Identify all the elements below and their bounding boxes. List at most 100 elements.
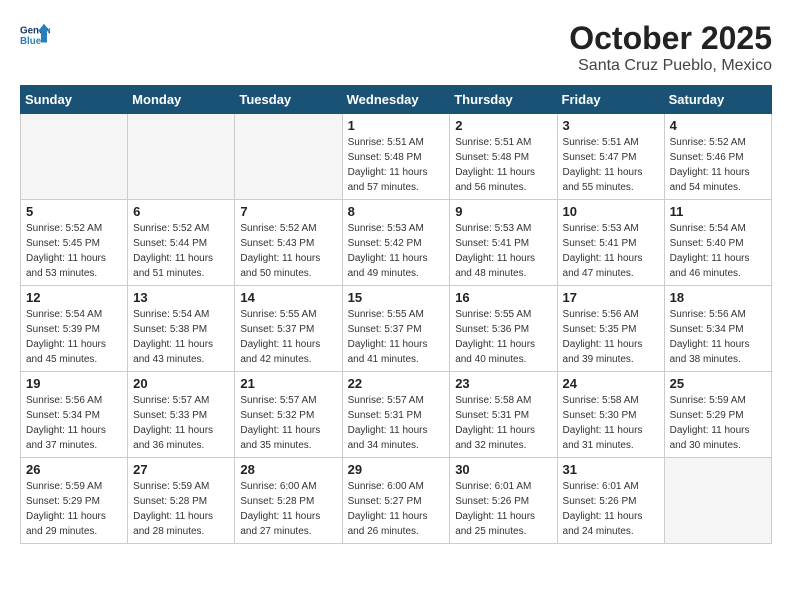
calendar-cell: 17 Sunrise: 5:56 AM Sunset: 5:35 PM Dayli…: [557, 286, 664, 372]
logo-icon: General Blue: [20, 20, 50, 50]
day-info: Sunrise: 5:57 AM Sunset: 5:32 PM Dayligh…: [240, 393, 336, 453]
day-number: 21: [240, 376, 336, 391]
weekday-header-row: SundayMondayTuesdayWednesdayThursdayFrid…: [21, 86, 772, 114]
week-row-1: 1 Sunrise: 5:51 AM Sunset: 5:48 PM Daylig…: [21, 114, 772, 200]
calendar-cell: 11 Sunrise: 5:54 AM Sunset: 5:40 PM Dayli…: [664, 200, 771, 286]
weekday-monday: Monday: [128, 86, 235, 114]
weekday-wednesday: Wednesday: [342, 86, 450, 114]
calendar-cell: 26 Sunrise: 5:59 AM Sunset: 5:29 PM Dayli…: [21, 458, 128, 544]
location-title: Santa Cruz Pueblo, Mexico: [569, 57, 772, 75]
week-row-4: 19 Sunrise: 5:56 AM Sunset: 5:34 PM Dayli…: [21, 372, 772, 458]
calendar-cell: 19 Sunrise: 5:56 AM Sunset: 5:34 PM Dayli…: [21, 372, 128, 458]
day-number: 10: [563, 204, 659, 219]
day-number: 8: [348, 204, 445, 219]
day-number: 22: [348, 376, 445, 391]
day-info: Sunrise: 5:52 AM Sunset: 5:44 PM Dayligh…: [133, 221, 229, 281]
calendar-table: SundayMondayTuesdayWednesdayThursdayFrid…: [20, 85, 772, 544]
calendar-cell: 21 Sunrise: 5:57 AM Sunset: 5:32 PM Dayli…: [235, 372, 342, 458]
calendar-cell: 8Sunrise: 5:53 AM Sunset: 5:42 PM Daylig…: [342, 200, 450, 286]
calendar-cell: 23Sunrise: 5:58 AM Sunset: 5:31 PM Dayli…: [450, 372, 557, 458]
day-number: 30: [455, 462, 551, 477]
calendar-cell: 6 Sunrise: 5:52 AM Sunset: 5:44 PM Daylig…: [128, 200, 235, 286]
day-info: Sunrise: 5:58 AM Sunset: 5:30 PM Dayligh…: [563, 393, 659, 453]
calendar-cell: 29Sunrise: 6:00 AM Sunset: 5:27 PM Dayli…: [342, 458, 450, 544]
header: General Blue General Blue October 2025 S…: [20, 20, 772, 75]
calendar-cell: 31 Sunrise: 6:01 AM Sunset: 5:26 PM Dayli…: [557, 458, 664, 544]
weekday-thursday: Thursday: [450, 86, 557, 114]
calendar-cell: 2 Sunrise: 5:51 AM Sunset: 5:48 PM Daylig…: [450, 114, 557, 200]
calendar-cell: 10 Sunrise: 5:53 AM Sunset: 5:41 PM Dayli…: [557, 200, 664, 286]
day-info: Sunrise: 6:00 AM Sunset: 5:27 PM Dayligh…: [348, 479, 445, 539]
day-info: Sunrise: 5:55 AM Sunset: 5:37 PM Dayligh…: [240, 307, 336, 367]
day-number: 31: [563, 462, 659, 477]
weekday-saturday: Saturday: [664, 86, 771, 114]
calendar-cell: 1 Sunrise: 5:51 AM Sunset: 5:48 PM Daylig…: [342, 114, 450, 200]
day-info: Sunrise: 5:51 AM Sunset: 5:48 PM Dayligh…: [348, 135, 445, 195]
calendar-cell: 24 Sunrise: 5:58 AM Sunset: 5:30 PM Dayli…: [557, 372, 664, 458]
day-number: 24: [563, 376, 659, 391]
day-number: 3: [563, 118, 659, 133]
page-container: General Blue General Blue October 2025 S…: [20, 20, 772, 544]
day-number: 1: [348, 118, 445, 133]
day-number: 2: [455, 118, 551, 133]
day-info: Sunrise: 5:54 AM Sunset: 5:40 PM Dayligh…: [670, 221, 766, 281]
day-number: 27: [133, 462, 229, 477]
svg-text:Blue: Blue: [20, 36, 42, 47]
day-info: Sunrise: 5:53 AM Sunset: 5:41 PM Dayligh…: [563, 221, 659, 281]
calendar-cell: 15Sunrise: 5:55 AM Sunset: 5:37 PM Dayli…: [342, 286, 450, 372]
calendar-cell: 12Sunrise: 5:54 AM Sunset: 5:39 PM Dayli…: [21, 286, 128, 372]
day-number: 23: [455, 376, 551, 391]
calendar-cell: 18Sunrise: 5:56 AM Sunset: 5:34 PM Dayli…: [664, 286, 771, 372]
calendar-cell: 25 Sunrise: 5:59 AM Sunset: 5:29 PM Dayli…: [664, 372, 771, 458]
day-number: 13: [133, 290, 229, 305]
day-info: Sunrise: 5:59 AM Sunset: 5:29 PM Dayligh…: [670, 393, 766, 453]
day-info: Sunrise: 5:53 AM Sunset: 5:41 PM Dayligh…: [455, 221, 551, 281]
day-number: 6: [133, 204, 229, 219]
day-info: Sunrise: 5:57 AM Sunset: 5:31 PM Dayligh…: [348, 393, 445, 453]
day-number: 28: [240, 462, 336, 477]
weekday-tuesday: Tuesday: [235, 86, 342, 114]
month-title: October 2025: [569, 20, 772, 57]
calendar-cell: 4 Sunrise: 5:52 AM Sunset: 5:46 PM Daylig…: [664, 114, 771, 200]
day-number: 19: [26, 376, 122, 391]
day-number: 9: [455, 204, 551, 219]
calendar-cell: 5 Sunrise: 5:52 AM Sunset: 5:45 PM Daylig…: [21, 200, 128, 286]
day-number: 4: [670, 118, 766, 133]
day-info: Sunrise: 5:55 AM Sunset: 5:36 PM Dayligh…: [455, 307, 551, 367]
day-info: Sunrise: 5:56 AM Sunset: 5:34 PM Dayligh…: [26, 393, 122, 453]
day-number: 16: [455, 290, 551, 305]
day-number: 12: [26, 290, 122, 305]
day-number: 5: [26, 204, 122, 219]
calendar-cell: 13Sunrise: 5:54 AM Sunset: 5:38 PM Dayli…: [128, 286, 235, 372]
day-info: Sunrise: 5:59 AM Sunset: 5:29 PM Dayligh…: [26, 479, 122, 539]
day-number: 14: [240, 290, 336, 305]
day-number: 18: [670, 290, 766, 305]
day-info: Sunrise: 6:01 AM Sunset: 5:26 PM Dayligh…: [563, 479, 659, 539]
calendar-cell: 9 Sunrise: 5:53 AM Sunset: 5:41 PM Daylig…: [450, 200, 557, 286]
calendar-cell: 14 Sunrise: 5:55 AM Sunset: 5:37 PM Dayli…: [235, 286, 342, 372]
calendar-cell: [128, 114, 235, 200]
calendar-cell: [21, 114, 128, 200]
day-number: 26: [26, 462, 122, 477]
day-info: Sunrise: 5:52 AM Sunset: 5:45 PM Dayligh…: [26, 221, 122, 281]
week-row-5: 26 Sunrise: 5:59 AM Sunset: 5:29 PM Dayli…: [21, 458, 772, 544]
day-number: 15: [348, 290, 445, 305]
week-row-3: 12Sunrise: 5:54 AM Sunset: 5:39 PM Dayli…: [21, 286, 772, 372]
weekday-friday: Friday: [557, 86, 664, 114]
day-number: 25: [670, 376, 766, 391]
day-info: Sunrise: 5:52 AM Sunset: 5:46 PM Dayligh…: [670, 135, 766, 195]
day-number: 11: [670, 204, 766, 219]
calendar-cell: [664, 458, 771, 544]
day-info: Sunrise: 5:51 AM Sunset: 5:48 PM Dayligh…: [455, 135, 551, 195]
week-row-2: 5 Sunrise: 5:52 AM Sunset: 5:45 PM Daylig…: [21, 200, 772, 286]
day-info: Sunrise: 5:56 AM Sunset: 5:35 PM Dayligh…: [563, 307, 659, 367]
day-info: Sunrise: 5:52 AM Sunset: 5:43 PM Dayligh…: [240, 221, 336, 281]
calendar-cell: 22 Sunrise: 5:57 AM Sunset: 5:31 PM Dayli…: [342, 372, 450, 458]
calendar-cell: 3Sunrise: 5:51 AM Sunset: 5:47 PM Daylig…: [557, 114, 664, 200]
day-info: Sunrise: 5:57 AM Sunset: 5:33 PM Dayligh…: [133, 393, 229, 453]
day-number: 17: [563, 290, 659, 305]
day-info: Sunrise: 6:00 AM Sunset: 5:28 PM Dayligh…: [240, 479, 336, 539]
weekday-sunday: Sunday: [21, 86, 128, 114]
day-info: Sunrise: 6:01 AM Sunset: 5:26 PM Dayligh…: [455, 479, 551, 539]
title-block: October 2025 Santa Cruz Pueblo, Mexico: [569, 20, 772, 75]
